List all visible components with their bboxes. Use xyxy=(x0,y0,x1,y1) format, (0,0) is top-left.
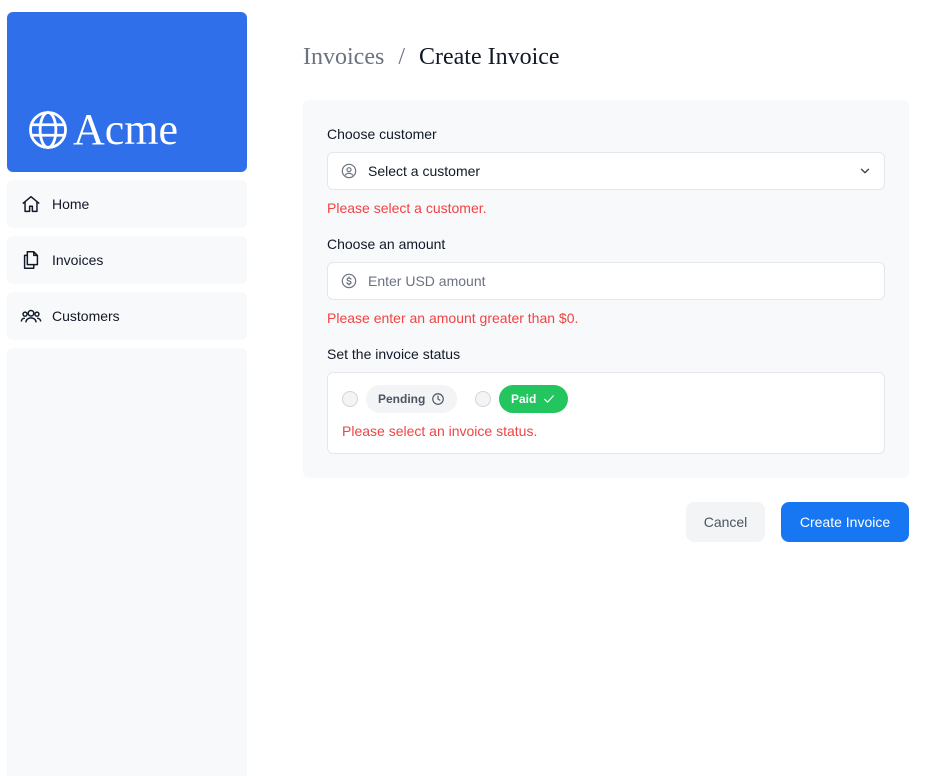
home-icon xyxy=(22,195,40,213)
create-invoice-button[interactable]: Create Invoice xyxy=(781,502,909,542)
breadcrumb-current: Create Invoice xyxy=(418,44,560,70)
check-icon xyxy=(544,395,555,403)
dollar-circle-icon xyxy=(341,273,357,289)
users-icon xyxy=(20,309,42,323)
radio-pending[interactable] xyxy=(342,391,358,407)
amount-error: Please enter an amount greater than $0. xyxy=(327,310,579,326)
cancel-button[interactable]: Cancel xyxy=(686,502,765,542)
sidebar-item-label: Customers xyxy=(52,308,120,324)
sidebar-item-home[interactable]: Home xyxy=(7,180,247,228)
sidebar-item-label: Home xyxy=(52,196,90,212)
user-circle-icon xyxy=(341,163,357,179)
status-error: Please select an invoice status. xyxy=(342,423,538,439)
breadcrumb-separator: / xyxy=(398,44,405,70)
logo-banner[interactable]: Acme xyxy=(7,12,247,172)
sidebar-spacer xyxy=(7,348,247,776)
logo-text: Acme xyxy=(73,105,179,154)
status-paid-option[interactable]: Paid xyxy=(499,385,569,413)
sidebar-item-customers[interactable]: Customers xyxy=(7,292,247,340)
customer-select-value: Select a customer xyxy=(368,163,481,179)
chevron-down-icon xyxy=(860,168,870,174)
amount-input[interactable]: Enter USD amount xyxy=(327,262,885,300)
customer-select[interactable]: Select a customer xyxy=(327,152,885,190)
paid-label: Paid xyxy=(511,392,537,406)
documents-icon xyxy=(23,251,39,269)
pending-label: Pending xyxy=(378,392,426,406)
globe-icon xyxy=(29,111,67,149)
customer-label: Choose customer xyxy=(327,126,437,142)
create-invoice-form: Choose customer Select a customer Please… xyxy=(303,100,909,478)
status-fieldset: Pending Paid Please select an invoice st… xyxy=(327,372,885,454)
breadcrumb-invoices-link[interactable]: Invoices xyxy=(303,44,384,71)
clock-icon xyxy=(432,393,445,405)
amount-label: Choose an amount xyxy=(327,236,446,252)
sidebar-item-invoices[interactable]: Invoices xyxy=(7,236,247,284)
customer-error: Please select a customer. xyxy=(327,200,487,216)
amount-input-placeholder: Enter USD amount xyxy=(368,273,486,289)
radio-paid[interactable] xyxy=(475,391,491,407)
breadcrumb: Invoices / Create Invoice xyxy=(303,44,560,71)
sidebar-item-label: Invoices xyxy=(52,252,104,268)
acme-logo: Acme xyxy=(27,108,178,152)
status-label: Set the invoice status xyxy=(327,346,461,362)
status-pending-option[interactable]: Pending xyxy=(366,385,458,413)
